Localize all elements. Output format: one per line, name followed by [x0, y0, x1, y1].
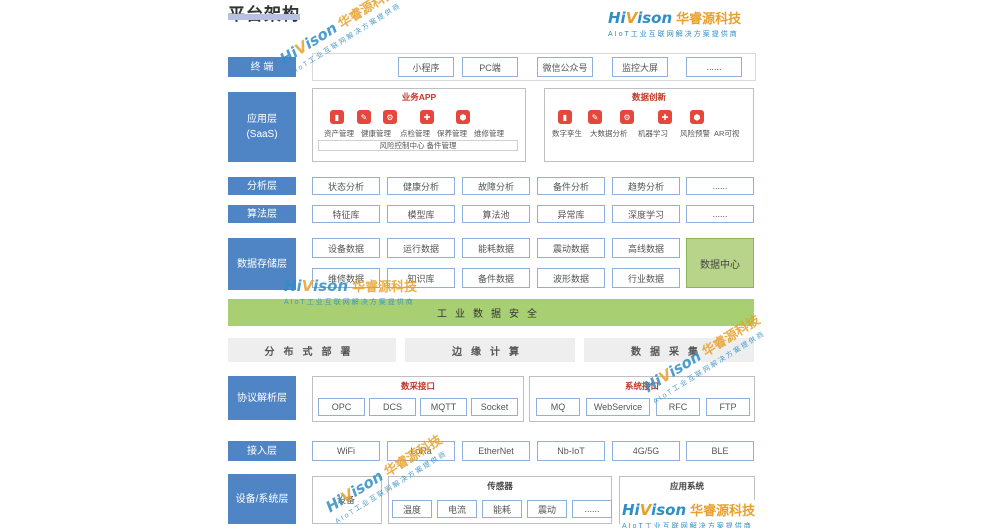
layer-app: 应用层 (SaaS) — [228, 92, 296, 162]
layer-terminal: 终 端 — [228, 57, 296, 77]
access-item: LoRa — [387, 441, 455, 461]
business-app-icon: ▮ — [330, 110, 344, 124]
business-app-label: 保养管理 — [437, 129, 467, 138]
data-innovation-icon: ⚙ — [620, 110, 634, 124]
layer-protocol: 协议解析层 — [228, 376, 296, 420]
layer-algorithm: 算法层 — [228, 205, 296, 223]
storage-item: 知识库 — [387, 268, 455, 288]
analysis-item: 状态分析 — [312, 177, 380, 195]
page-title: 平台架构 — [228, 0, 300, 25]
storage-item: 备件数据 — [462, 268, 530, 288]
storage-item: 震动数据 — [537, 238, 605, 258]
storage-item: 波形数据 — [537, 268, 605, 288]
storage-item: 行业数据 — [612, 268, 680, 288]
access-item: Nb-IoT — [537, 441, 605, 461]
protocol-item: OPC — [318, 398, 365, 416]
business-app-icon: ⬢ — [456, 110, 470, 124]
storage-item: 维修数据 — [312, 268, 380, 288]
data-innovation-label: 大数据分析 — [590, 129, 628, 138]
protocol-item: Socket — [471, 398, 518, 416]
access-item: WiFi — [312, 441, 380, 461]
business-app-icon: ✚ — [420, 110, 434, 124]
analysis-item: 健康分析 — [387, 177, 455, 195]
data-interface-title: 数采接口 — [400, 381, 435, 391]
layer-access: 接入层 — [228, 441, 296, 461]
business-app-label: 点检管理 — [400, 129, 430, 138]
analysis-item: ...... — [686, 177, 754, 195]
edge-compute-bar: 边缘计算 — [405, 338, 575, 362]
business-app-label: 资产管理 — [324, 129, 354, 138]
sensor-item: 电流 — [437, 500, 477, 518]
data-innovation-group: 数据创新 — [544, 88, 754, 162]
terminal-item: PC端 — [462, 57, 518, 77]
device-group: 设备 — [312, 476, 382, 524]
title-underline — [228, 14, 300, 20]
algorithm-item: 特征库 — [312, 205, 380, 223]
business-app-title: 业务APP — [401, 92, 437, 102]
analysis-item: 故障分析 — [462, 177, 530, 195]
protocol-item: WebService — [586, 398, 650, 416]
data-collection-bar: 数据采集 — [584, 338, 754, 362]
watermark-logo: HiVison华睿源科技 AIoT工业互联网解决方案提供商 — [620, 500, 758, 528]
algorithm-item: 算法池 — [462, 205, 530, 223]
business-app-icon: ⚙ — [383, 110, 397, 124]
sensor-item: ...... — [572, 500, 612, 518]
algorithm-item: ...... — [686, 205, 754, 223]
industrial-data-security-bar: 工业数据安全 — [228, 299, 754, 326]
data-innovation-label: AR可视 — [714, 129, 740, 138]
data-center-box: 数据中心 — [686, 238, 754, 288]
risk-center-label: 风险控制中心 备件管理 — [318, 140, 518, 151]
sensor-title: 传感器 — [487, 481, 513, 491]
business-app-icon: ✎ — [357, 110, 371, 124]
layer-device: 设备/系统层 — [228, 474, 296, 524]
storage-item: 设备数据 — [312, 238, 380, 258]
terminal-item: 小程序 — [398, 57, 454, 77]
protocol-item: DCS — [369, 398, 416, 416]
terminal-item: 监控大屏 — [612, 57, 668, 77]
algorithm-item: 深度学习 — [612, 205, 680, 223]
sensor-item: 能耗 — [482, 500, 522, 518]
data-innovation-title: 数据创新 — [631, 92, 666, 102]
layer-analysis: 分析层 — [228, 177, 296, 195]
sensor-item: 温度 — [392, 500, 432, 518]
algorithm-item: 模型库 — [387, 205, 455, 223]
protocol-item: FTP — [706, 398, 750, 416]
storage-item: 运行数据 — [387, 238, 455, 258]
storage-item: 高线数据 — [612, 238, 680, 258]
data-innovation-icon: ⬢ — [690, 110, 704, 124]
sensor-item: 震动 — [527, 500, 567, 518]
business-app-label: 健康管理 — [361, 129, 391, 138]
access-item: EtherNet — [462, 441, 530, 461]
data-innovation-icon: ▮ — [558, 110, 572, 124]
data-innovation-label: 数字孪生 — [552, 129, 582, 138]
protocol-item: RFC — [656, 398, 700, 416]
protocol-item: MQ — [536, 398, 580, 416]
storage-item: 能耗数据 — [462, 238, 530, 258]
analysis-item: 备件分析 — [537, 177, 605, 195]
access-item: 4G/5G — [612, 441, 680, 461]
terminal-item: 微信公众号 — [537, 57, 593, 77]
data-innovation-label: 风险预警 — [680, 129, 710, 138]
protocol-item: MQTT — [420, 398, 467, 416]
analysis-item: 趋势分析 — [612, 177, 680, 195]
terminal-item: ...... — [686, 57, 742, 77]
business-app-label: 维修管理 — [474, 129, 504, 138]
brand-logo: HiVison 华睿源科技 AIoT工业互联网解决方案提供商 — [608, 9, 742, 38]
algorithm-item: 异常库 — [537, 205, 605, 223]
data-innovation-icon: ✚ — [658, 110, 672, 124]
distributed-deploy-bar: 分布式部署 — [228, 338, 396, 362]
access-item: BLE — [686, 441, 754, 461]
data-innovation-label: 机器学习 — [638, 129, 668, 138]
device-label: 设备 — [337, 495, 356, 505]
layer-storage: 数据存储层 — [228, 238, 296, 290]
data-innovation-icon: ✎ — [588, 110, 602, 124]
app-system-title: 应用系统 — [669, 481, 704, 491]
system-interface-title: 系统接口 — [624, 381, 659, 391]
